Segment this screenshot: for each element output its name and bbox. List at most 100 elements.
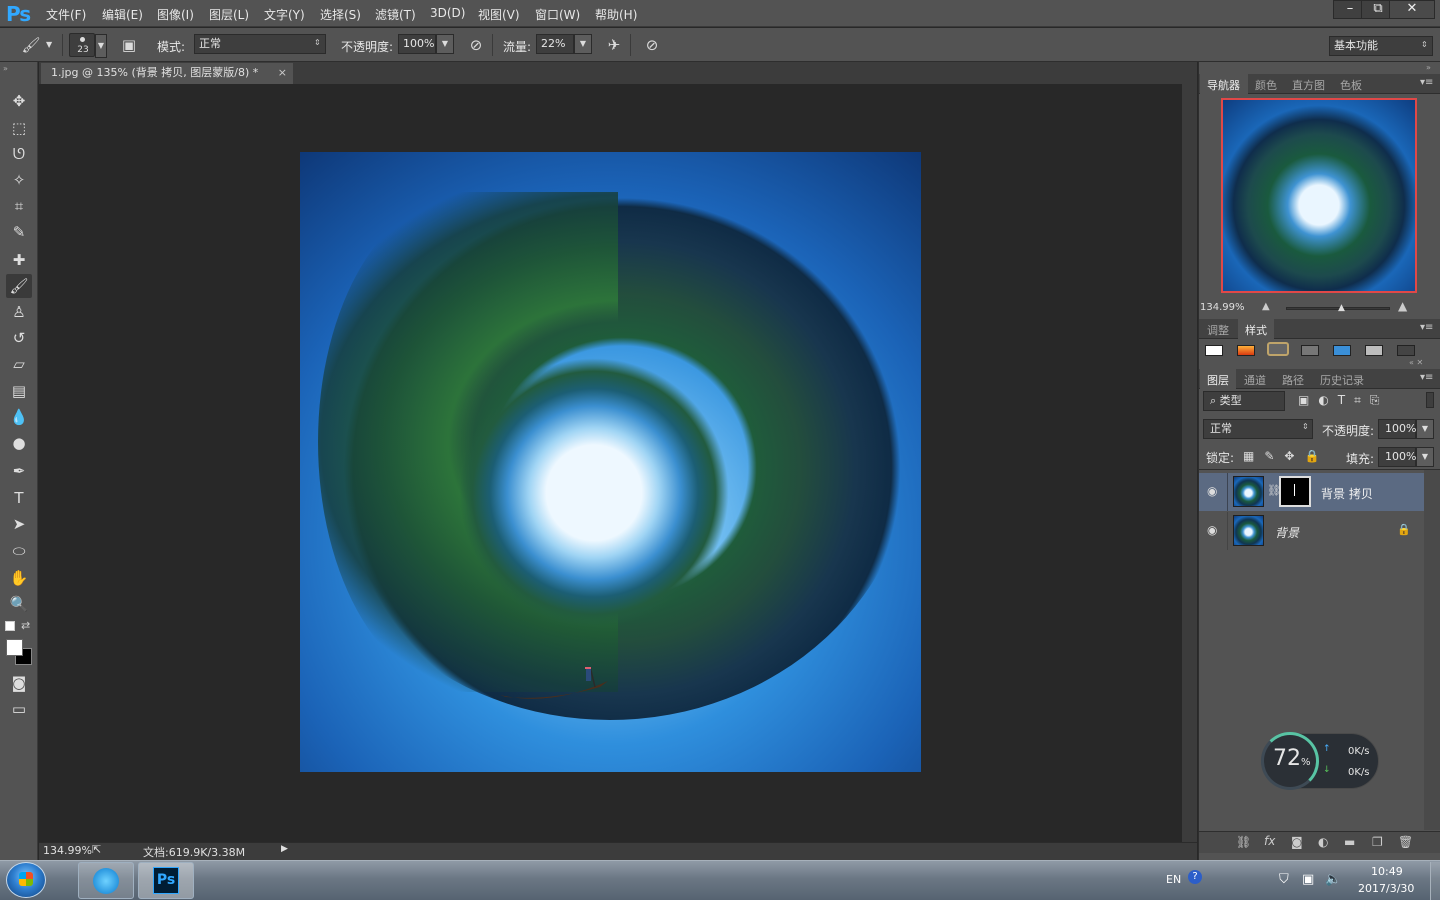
eyedropper-tool-icon[interactable]: ✎: [6, 220, 32, 244]
panel-menu-icon[interactable]: ▾≡: [1420, 77, 1433, 88]
opacity-dropdown[interactable]: ▼: [436, 34, 454, 54]
menu-image[interactable]: 图像(I): [157, 6, 194, 23]
filter-toggle[interactable]: [1426, 392, 1434, 408]
security-shield-icon[interactable]: ⛉: [1279, 872, 1289, 887]
link-layers-icon[interactable]: ⛓: [1236, 835, 1251, 849]
style-swatch-bevel[interactable]: [1267, 342, 1289, 356]
tab-channels[interactable]: 通道: [1244, 372, 1266, 388]
taskbar-app-photoshop[interactable]: Ps: [138, 862, 194, 899]
menu-file[interactable]: 文件(F): [46, 6, 86, 23]
export-icon[interactable]: ⇱: [92, 843, 101, 856]
document-tab[interactable]: 1.jpg @ 135% (背景 拷贝, 图层蒙版/8) * ×: [41, 63, 293, 84]
fx-icon[interactable]: fx: [1264, 834, 1275, 848]
fill-dropdown[interactable]: ▼: [1416, 447, 1434, 467]
menu-window[interactable]: 窗口(W): [535, 6, 580, 23]
help-icon[interactable]: ?: [1188, 870, 1202, 884]
history-brush-tool-icon[interactable]: ↺: [6, 326, 32, 350]
brush-tool-icon[interactable]: 🖌: [6, 274, 32, 298]
zoom-in-icon[interactable]: ▲: [1398, 299, 1407, 313]
menu-3d[interactable]: 3D(D): [430, 6, 465, 20]
close-window-button[interactable]: ✕: [1389, 0, 1435, 19]
pressure-size-icon[interactable]: ⊘: [641, 34, 663, 56]
flow-field[interactable]: 22%: [536, 34, 574, 54]
group-folder-icon[interactable]: ▬: [1344, 835, 1355, 849]
flow-dropdown[interactable]: ▼: [574, 34, 592, 54]
move-tool-icon[interactable]: ✥: [6, 89, 32, 113]
show-desktop-button[interactable]: [1430, 862, 1440, 900]
start-button[interactable]: [6, 862, 46, 898]
taskbar-app-browser[interactable]: [78, 862, 134, 899]
close-tab-icon[interactable]: ×: [278, 63, 287, 83]
dodge-tool-icon[interactable]: ●: [6, 431, 32, 455]
tab-layers[interactable]: 图层: [1207, 372, 1229, 388]
navigator-preview[interactable]: [1221, 98, 1417, 293]
zoom-out-icon[interactable]: ▲: [1262, 301, 1270, 312]
lock-icons[interactable]: ▦✎✥🔒: [1243, 449, 1329, 463]
layer-row-background-copy[interactable]: ◉ ⛓ 背景 拷贝: [1199, 473, 1424, 511]
layer-mask-thumbnail[interactable]: [1279, 476, 1311, 507]
blend-mode-select[interactable]: 正常: [1203, 419, 1313, 439]
menu-view[interactable]: 视图(V): [478, 6, 520, 23]
style-swatch-light[interactable]: [1365, 345, 1383, 356]
swap-colors-icon[interactable]: ⇄: [21, 619, 30, 632]
marquee-tool-icon[interactable]: ⬚: [6, 116, 32, 140]
layer-thumbnail[interactable]: [1233, 515, 1264, 546]
tab-history[interactable]: 历史记录: [1320, 372, 1364, 388]
menu-layer[interactable]: 图层(L): [209, 6, 249, 23]
airbrush-icon[interactable]: ✈: [603, 34, 625, 56]
tab-adjustments[interactable]: 调整: [1207, 322, 1229, 338]
mode-select[interactable]: 正常: [194, 34, 326, 54]
clock-time[interactable]: 10:49: [1371, 865, 1403, 878]
magic-wand-tool-icon[interactable]: ✧: [6, 168, 32, 192]
gradient-tool-icon[interactable]: ▤: [6, 379, 32, 403]
default-colors-icon[interactable]: [5, 621, 15, 631]
foreground-color-swatch[interactable]: [6, 639, 23, 656]
hand-tool-icon[interactable]: ✋: [6, 566, 32, 590]
panel-menu-icon[interactable]: ▾≡: [1420, 322, 1433, 333]
tab-navigator[interactable]: 导航器: [1207, 77, 1240, 93]
eraser-tool-icon[interactable]: ▱: [6, 352, 32, 376]
layer-filter-select[interactable]: ⌕ 类型: [1203, 391, 1285, 411]
brush-preset-icon[interactable]: 🖌: [20, 34, 42, 56]
language-indicator[interactable]: EN: [1166, 873, 1181, 886]
navigator-zoom[interactable]: 134.99%: [1200, 302, 1245, 313]
tab-color[interactable]: 颜色: [1255, 77, 1277, 93]
style-swatch-blue[interactable]: [1333, 345, 1351, 356]
brush-picker-dropdown[interactable]: ▼: [95, 34, 107, 58]
new-layer-icon[interactable]: ❐: [1372, 835, 1383, 849]
trash-icon[interactable]: 🗑: [1398, 835, 1413, 849]
volume-icon[interactable]: 🔈: [1325, 872, 1341, 887]
style-swatch-dark[interactable]: [1397, 345, 1415, 356]
layer-thumbnail[interactable]: [1233, 476, 1264, 507]
path-selection-tool-icon[interactable]: ➤: [6, 512, 32, 536]
layers-scrollbar[interactable]: [1424, 470, 1440, 830]
tab-paths[interactable]: 路径: [1282, 372, 1304, 388]
panel-menu-icon[interactable]: ▾≡: [1420, 372, 1433, 383]
screen-mode-icon[interactable]: ▭: [6, 697, 32, 721]
pen-tool-icon[interactable]: ✒: [6, 459, 32, 483]
zoom-tool-icon[interactable]: 🔍: [6, 592, 32, 616]
crop-tool-icon[interactable]: ⌗: [6, 194, 32, 218]
menu-help[interactable]: 帮助(H): [595, 6, 637, 23]
add-mask-icon[interactable]: ◙: [1291, 835, 1303, 849]
clone-stamp-tool-icon[interactable]: ♙: [6, 300, 32, 324]
lasso-tool-icon[interactable]: ᘎ: [6, 142, 32, 166]
brush-size-picker[interactable]: 23: [69, 33, 95, 57]
style-swatch-none[interactable]: [1205, 345, 1223, 356]
tab-styles[interactable]: 样式: [1245, 322, 1267, 338]
pressure-opacity-icon[interactable]: ⊘: [465, 34, 487, 56]
document-size-info[interactable]: 文档:619.9K/3.38M: [143, 844, 245, 860]
menu-type[interactable]: 文字(Y): [264, 6, 305, 23]
tab-swatches[interactable]: 色板: [1340, 77, 1362, 93]
chevron-down-icon[interactable]: ▼: [46, 40, 52, 49]
menu-edit[interactable]: 编辑(E): [102, 6, 143, 23]
network-icon[interactable]: ▣: [1302, 872, 1314, 887]
layer-name[interactable]: 背景: [1275, 524, 1299, 541]
document-image[interactable]: [300, 152, 921, 772]
layer-filter-icons[interactable]: ▣◐T⌗⎘: [1298, 393, 1389, 408]
zoom-level[interactable]: 134.99%: [43, 844, 92, 857]
zoom-slider-thumb[interactable]: ▲: [1338, 303, 1345, 313]
layer-row-background[interactable]: ◉ 背景 🔒: [1199, 512, 1424, 550]
tab-histogram[interactable]: 直方图: [1292, 77, 1325, 93]
menu-filter[interactable]: 滤镜(T): [375, 6, 416, 23]
